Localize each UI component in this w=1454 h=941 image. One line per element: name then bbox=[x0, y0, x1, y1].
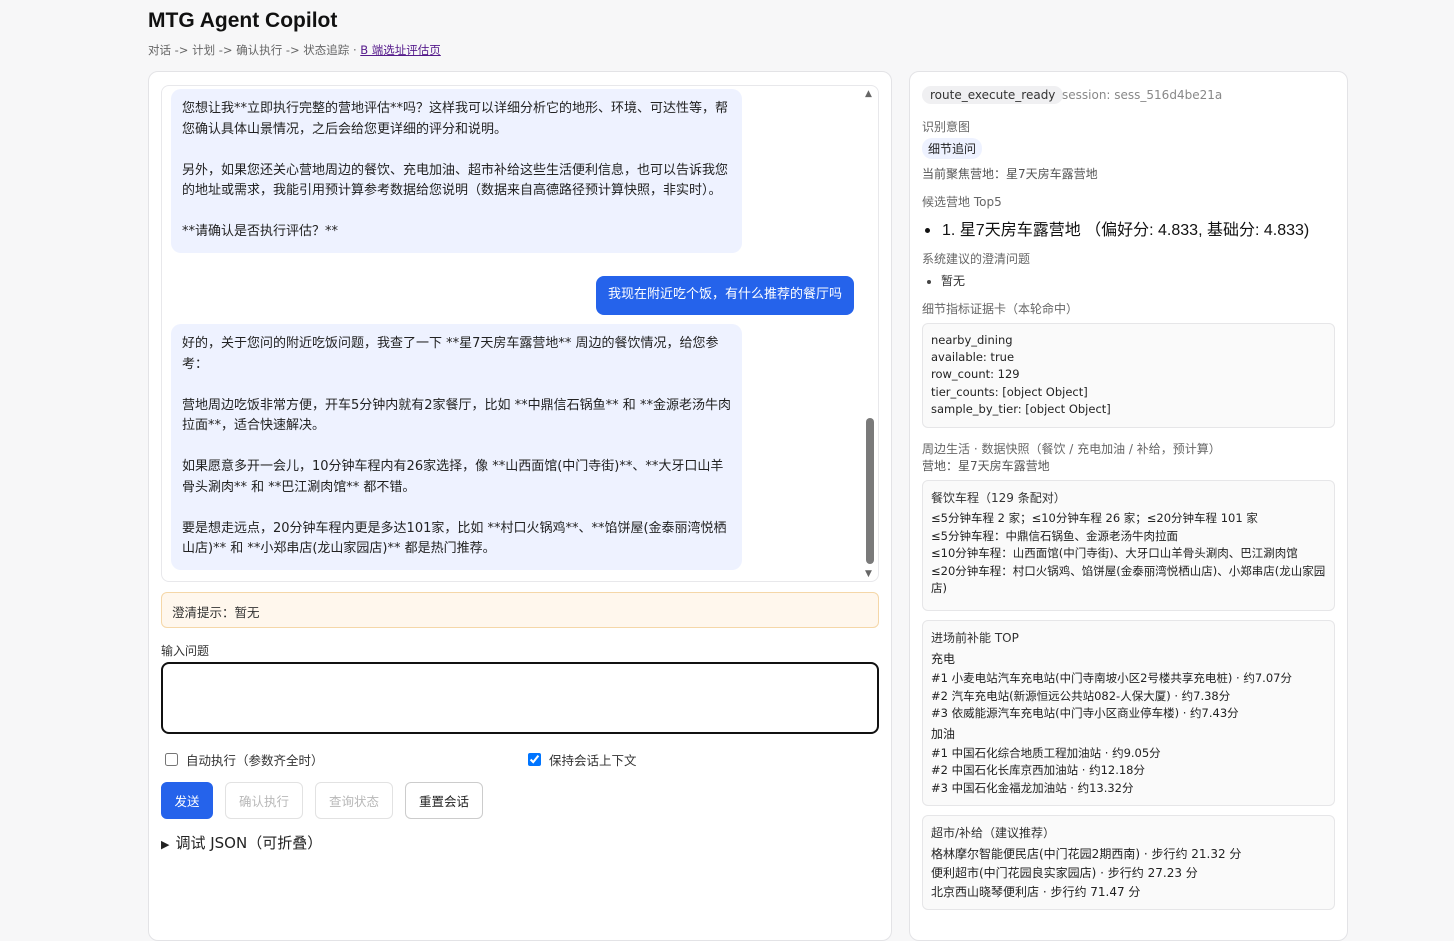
message-paragraph: 您想让我**立即执行完整的营地评估**吗？这样我可以详细分析它的地形、环境、可达… bbox=[182, 101, 729, 137]
auto-exec-checkbox[interactable] bbox=[165, 753, 178, 766]
flow-steps: 对话 -> 计划 -> 确认执行 -> 状态追踪 · bbox=[148, 43, 361, 57]
debug-json-toggle[interactable]: ▶ 调试 JSON（可折叠） bbox=[161, 832, 322, 853]
dining-line: ≤5分钟车程 2 家；≤10分钟车程 26 家；≤20分钟车程 101 家 bbox=[931, 511, 1258, 525]
clarify-heading: 系统建议的澄清问题 bbox=[922, 252, 1031, 266]
bullet-icon bbox=[927, 279, 931, 284]
charge-heading: 充电 bbox=[931, 652, 956, 666]
market-card: 超市/补给（建议推荐） 格林摩尔智能便民店(中门花园2期西南) · 步行约 21… bbox=[922, 815, 1335, 910]
scroll-up-icon[interactable]: ▲ bbox=[865, 89, 872, 99]
evidence-card: nearby_dining available: true row_count:… bbox=[922, 323, 1335, 428]
market-heading: 超市/补给（建议推荐） bbox=[931, 826, 1056, 840]
keep-context-label: 保持会话上下文 bbox=[549, 753, 637, 768]
focus-camp: 当前聚焦营地：星7天房车露营地 bbox=[922, 167, 1098, 181]
charge-line: #1 小麦电站汽车充电站(中门寺南坡小区2号楼共享充电桩) · 约7.07分 bbox=[931, 671, 1292, 685]
energy-card: 进场前补能 TOP 充电 #1 小麦电站汽车充电站(中门寺南坡小区2号楼共享充电… bbox=[922, 620, 1335, 806]
app-title: MTG Agent Copilot bbox=[148, 9, 338, 32]
candidate-item: 1. 星7天房车露营地 （偏好分: 4.833, 基础分: 4.833) bbox=[922, 216, 1309, 240]
debug-json-label: 调试 JSON（可折叠） bbox=[175, 834, 323, 852]
dining-line: ≤10分钟车程：山西面馆(中门寺街)、大牙口山羊骨头涮肉、巴江涮肉馆 bbox=[931, 546, 1298, 560]
fuel-line: #1 中国石化综合地质工程加油站 · 约9.05分 bbox=[931, 745, 1161, 760]
evidence-line: nearby_dining bbox=[931, 333, 1013, 347]
site-eval-link[interactable]: B 端选址评估页 bbox=[360, 43, 441, 57]
caret-right-icon: ▶ bbox=[161, 838, 170, 851]
send-button[interactable]: 发送 bbox=[161, 782, 213, 819]
fuel-heading: 加油 bbox=[931, 726, 956, 741]
status-panel: route_execute_ready session: sess_516d4b… bbox=[909, 71, 1348, 941]
message-paragraph: **请确认是否执行评估？** bbox=[182, 224, 339, 239]
message-paragraph: 好的，关于您问的附近吃饭问题，我查了一下 **星7天房车露营地** 周边的餐饮情… bbox=[182, 336, 719, 372]
clarify-item-text: 暂无 bbox=[941, 274, 966, 288]
intent-badge: 细节追问 bbox=[922, 138, 983, 159]
fuel-line: #3 中国石化金福龙加油站 · 约13.32分 bbox=[931, 780, 1134, 795]
scroll-thumb[interactable] bbox=[866, 418, 874, 564]
evidence-line: available: true bbox=[931, 350, 1015, 365]
assistant-message: 好的，关于您问的附近吃饭问题，我查了一下 **星7天房车露营地** 周边的餐饮情… bbox=[171, 324, 742, 570]
life-camp: 营地：星7天房车露营地 bbox=[922, 459, 1050, 473]
chat-log[interactable]: 您想让我**立即执行完整的营地评估**吗？这样我可以详细分析它的地形、环境、可达… bbox=[161, 85, 879, 582]
clarify-hint: 澄清提示：暂无 bbox=[161, 592, 879, 628]
input-label: 输入问题 bbox=[161, 644, 210, 658]
life-heading: 周边生活 · 数据快照（餐饮 / 充电加油 / 补给，预计算） bbox=[922, 442, 1221, 456]
reset-session-button[interactable]: 重置会话 bbox=[405, 782, 483, 819]
chat-panel: 您想让我**立即执行完整的营地评估**吗？这样我可以详细分析它的地形、环境、可达… bbox=[148, 71, 892, 941]
candidate-text: 1. 星7天房车露营地 （偏好分: 4.833, 基础分: 4.833) bbox=[942, 222, 1310, 239]
message-paragraph: 另外，如果您还关心营地周边的餐饮、充电加油、超市补给这些生活便利信息，也可以告诉… bbox=[182, 162, 729, 199]
question-input[interactable] bbox=[161, 662, 879, 734]
evidence-line: row_count: 129 bbox=[931, 367, 1020, 382]
dining-heading: 餐饮车程（129 条配对） bbox=[931, 491, 1066, 505]
market-line: 便利超市(中门花园良实家园店) · 步行约 27.23 分 bbox=[931, 866, 1198, 880]
evidence-heading: 细节指标证据卡（本轮命中） bbox=[922, 302, 1079, 316]
top5-heading: 候选营地 Top5 bbox=[922, 195, 1002, 209]
message-paragraph: 营地周边吃饭非常方便，开车5分钟内就有2家餐厅，比如 **中鼎信石锅鱼** 和 … bbox=[182, 397, 731, 434]
charge-line: #2 汽车充电站(新源恒远公共站082-人保大厦) · 约7.38分 bbox=[931, 688, 1231, 703]
keep-context-checkbox[interactable] bbox=[528, 753, 541, 766]
market-line: 北京西山晓琴便利店 · 步行约 71.47 分 bbox=[931, 885, 1141, 899]
clarify-item: 暂无 bbox=[922, 272, 965, 289]
evidence-line: sample_by_tier: [object Object] bbox=[931, 401, 1111, 416]
confirm-execute-button[interactable]: 确认执行 bbox=[225, 782, 303, 819]
session-id: session: sess_516d4be21a bbox=[1062, 88, 1223, 102]
intent-heading: 识别意图 bbox=[922, 120, 971, 134]
market-line: 格林摩尔智能便民店(中门花园2期西南) · 步行约 21.32 分 bbox=[931, 847, 1242, 861]
message-paragraph: 如果愿意多开一会儿，10分钟车程内有26家选择，像 **山西面馆(中门寺街)**… bbox=[182, 459, 724, 495]
bullet-icon bbox=[925, 228, 930, 234]
dining-card: 餐饮车程（129 条配对） ≤5分钟车程 2 家；≤10分钟车程 26 家；≤2… bbox=[922, 480, 1335, 611]
query-status-button[interactable]: 查询状态 bbox=[315, 782, 393, 819]
breadcrumb: 对话 -> 计划 -> 确认执行 -> 状态追踪 · B 端选址评估页 bbox=[148, 42, 441, 58]
message-paragraph: 要是想走远点，20分钟车程内更是多达101家，比如 **村口火锅鸡**、**馅饼… bbox=[182, 520, 727, 557]
assistant-message: 您想让我**立即执行完整的营地评估**吗？这样我可以详细分析它的地形、环境、可达… bbox=[171, 89, 742, 253]
dining-line: ≤20分钟车程：村口火锅鸡、馅饼屋(金泰丽湾悦栖山店)、小郑串店(龙山家园店) bbox=[931, 563, 1326, 596]
auto-exec-label: 自动执行（参数齐全时） bbox=[186, 753, 324, 768]
status-badge: route_execute_ready bbox=[922, 86, 1064, 104]
chat-scrollbar[interactable]: ▲ ▼ bbox=[861, 86, 878, 581]
user-message: 我现在附近吃个饭，有什么推荐的餐厅吗 bbox=[595, 276, 854, 315]
charge-line: #3 依威能源汽车充电站(中门寺小区商业停车楼) · 约7.43分 bbox=[931, 706, 1239, 720]
auto-exec-option[interactable]: 自动执行（参数齐全时） bbox=[165, 750, 324, 769]
keep-context-option[interactable]: 保持会话上下文 bbox=[528, 750, 637, 769]
fuel-line: #2 中国石化长库京西加油站 · 约12.18分 bbox=[931, 763, 1145, 777]
scroll-down-icon[interactable]: ▼ bbox=[865, 569, 872, 579]
dining-line: ≤5分钟车程：中鼎信石锅鱼、金源老汤牛肉拉面 bbox=[931, 528, 1178, 543]
energy-heading: 进场前补能 TOP bbox=[931, 631, 1019, 645]
evidence-line: tier_counts: [object Object] bbox=[931, 384, 1088, 399]
